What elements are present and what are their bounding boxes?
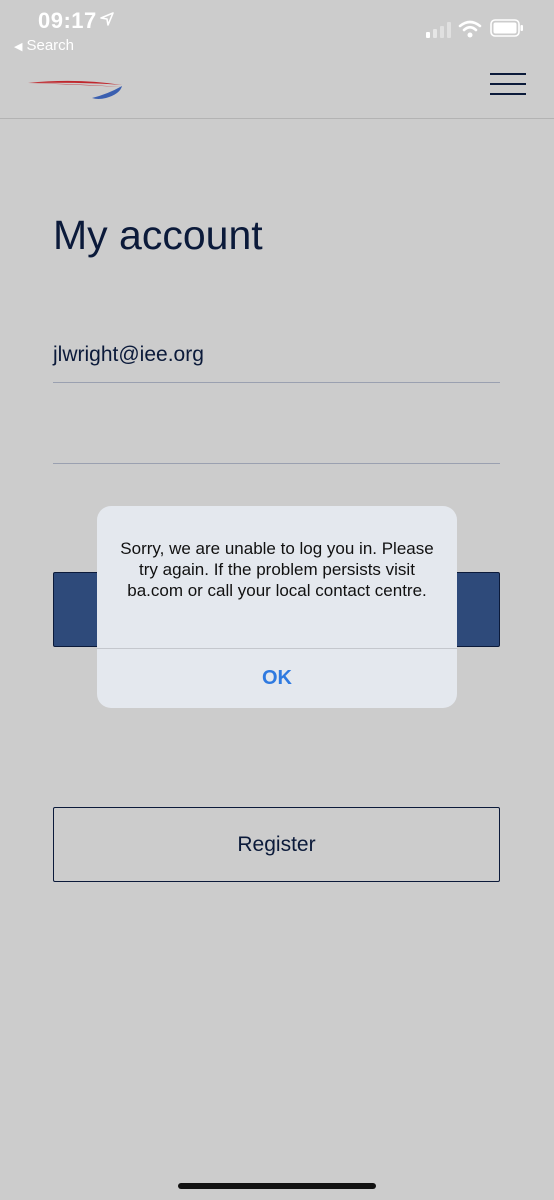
alert-message: Sorry, we are unable to log you in. Plea…	[120, 539, 434, 600]
battery-icon	[490, 19, 523, 37]
cellular-signal-icon	[426, 22, 451, 38]
alert-ok-button[interactable]: OK	[97, 649, 457, 708]
register-button[interactable]: Register	[53, 807, 500, 882]
hamburger-menu-icon[interactable]	[488, 73, 528, 103]
back-triangle-icon: ◀	[14, 41, 23, 53]
password-field[interactable]	[53, 418, 500, 464]
status-time: 09:17	[38, 8, 97, 33]
speedmarque-logo-icon[interactable]	[26, 74, 126, 102]
back-to-app-link[interactable]: ◀ Search	[14, 37, 74, 54]
page-title: My account	[53, 212, 263, 258]
home-indicator[interactable]	[178, 1183, 376, 1189]
wifi-icon	[458, 20, 482, 38]
app-header	[0, 60, 554, 119]
location-arrow-icon	[100, 12, 114, 26]
email-field[interactable]: jlwright@iee.org	[53, 338, 500, 383]
status-bar: 09:17 ◀ Search	[0, 0, 554, 60]
error-alert-dialog: Sorry, we are unable to log you in. Plea…	[97, 506, 457, 708]
back-app-label: Search	[26, 37, 74, 54]
